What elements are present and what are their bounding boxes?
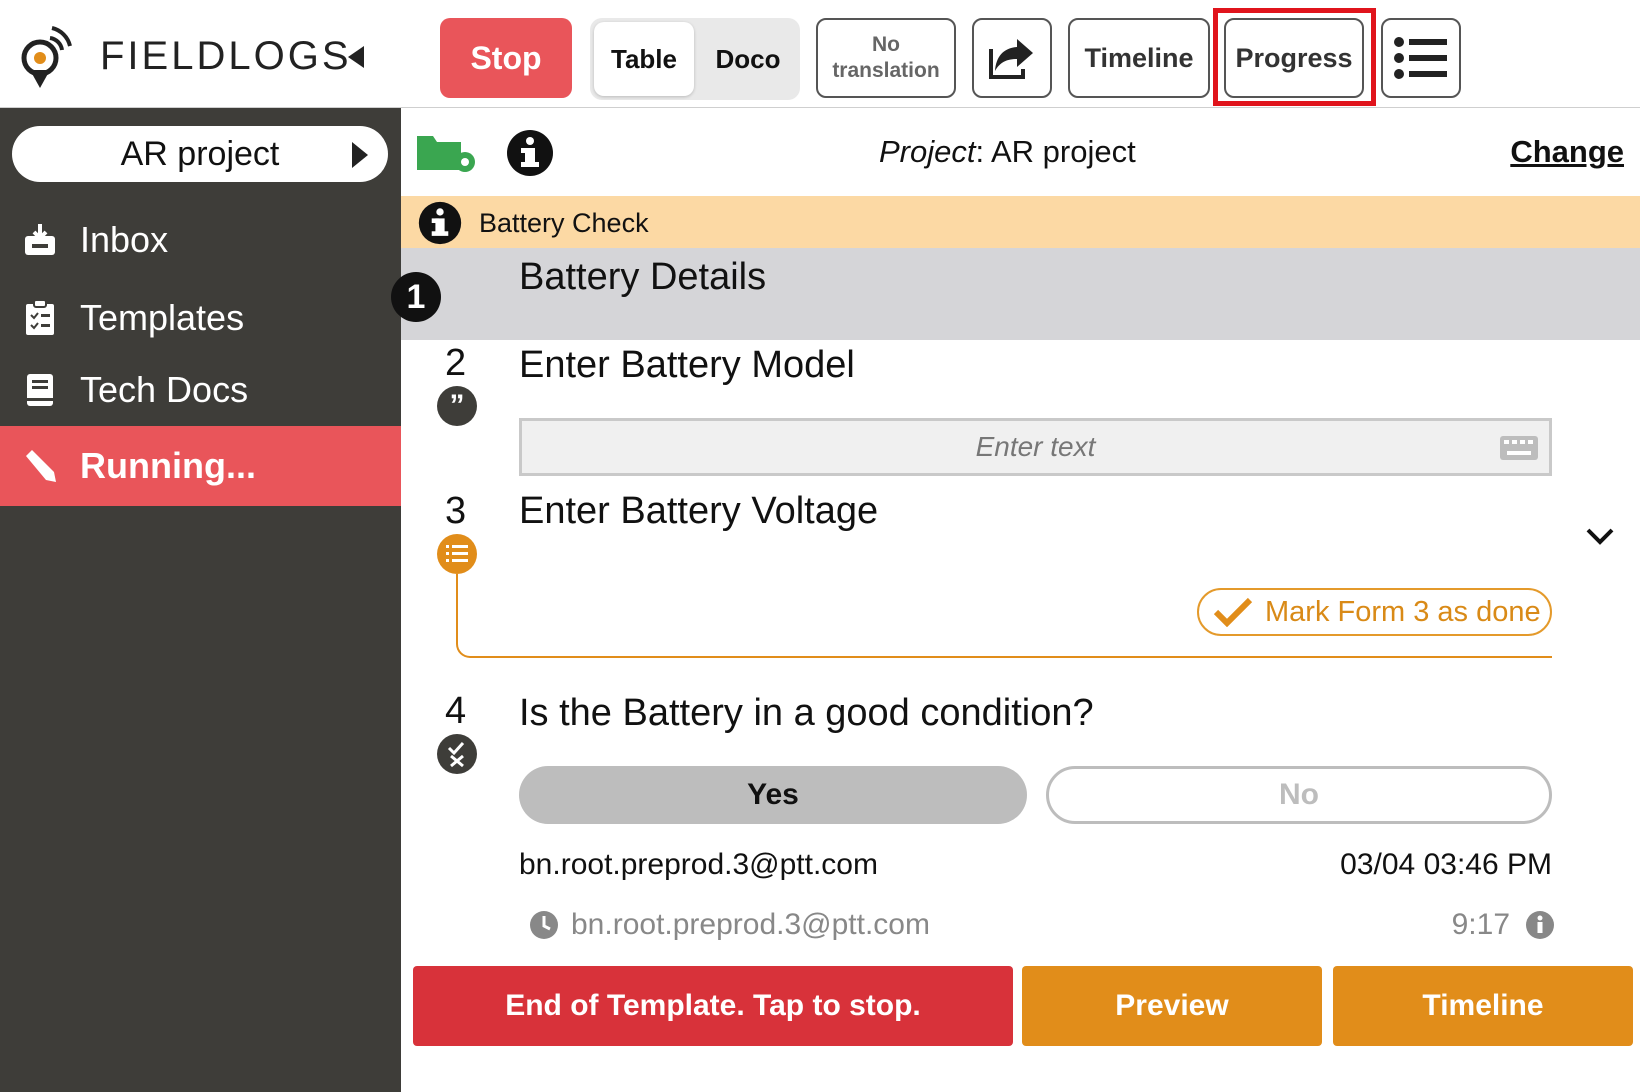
preview-button[interactable]: Preview [1022, 966, 1322, 1046]
project-selector[interactable]: AR project [12, 126, 388, 182]
sidebar: AR project Inbox Templates Tech Docs Run… [0, 108, 401, 1092]
clipboard-icon [0, 299, 80, 337]
project-name: : AR project [975, 134, 1136, 169]
highlight-annotation-box [1213, 8, 1376, 106]
no-translation-line1: No [872, 33, 900, 56]
inbox-icon [0, 222, 80, 258]
history-user: bn.root.preprod.3@ptt.com [571, 908, 930, 941]
numbered-list-icon [437, 534, 477, 574]
history-info-icon[interactable] [1525, 910, 1555, 940]
mark-form-done-button[interactable]: Mark Form 3 as done [1197, 588, 1552, 636]
view-mode-toggle: Table Doco [590, 18, 800, 100]
step-4-title: Is the Battery in a good condition? [519, 692, 1094, 734]
battery-model-input[interactable] [522, 421, 1549, 473]
doco-view-button[interactable]: Doco [698, 22, 798, 96]
step-2-number: 2 [445, 342, 467, 384]
project-prefix: Project [879, 134, 976, 169]
stop-button[interactable]: Stop [440, 18, 572, 98]
project-folder-settings-icon[interactable] [415, 130, 479, 176]
banner-info-icon[interactable] [417, 200, 463, 246]
step-1-number: 1 [391, 272, 441, 322]
mark-form-done-label: Mark Form 3 as done [1265, 595, 1541, 628]
clock-icon [530, 911, 558, 939]
no-button[interactable]: No [1046, 766, 1552, 824]
step-1-section-header[interactable]: 1 Battery Details [391, 248, 1640, 340]
no-translation-button[interactable]: No translation [816, 18, 956, 98]
checkmark-icon [1213, 597, 1253, 627]
table-view-button[interactable]: Table [594, 22, 694, 96]
app-logo-text: FIELDLOGS [100, 34, 352, 78]
share-button[interactable] [972, 18, 1052, 98]
template-banner: Battery Check [401, 196, 1640, 248]
no-translation-line2: translation [832, 59, 940, 82]
timeline-top-button[interactable]: Timeline [1068, 18, 1210, 98]
sidebar-item-label: Running... [80, 445, 256, 486]
sidebar-item-label: Templates [80, 297, 245, 338]
history-duration: 9:17 [1451, 908, 1510, 941]
battery-model-field[interactable] [519, 418, 1552, 476]
step-4-number: 4 [445, 690, 467, 732]
sidebar-item-running[interactable]: Running... [0, 426, 401, 506]
sidebar-item-label: Tech Docs [80, 369, 249, 410]
fieldlogs-logo-icon [21, 26, 72, 88]
step-3-title: Enter Battery Voltage [519, 490, 879, 532]
top-toolbar: FIELDLOGS Stop Table Doco No translation… [0, 0, 1640, 166]
keyboard-icon[interactable] [1499, 435, 1539, 461]
sidebar-item-label: Inbox [80, 219, 169, 260]
project-title: Project: AR project [879, 134, 1136, 170]
main-content: Project: AR project Change Battery Check… [391, 108, 1640, 1092]
menu-button[interactable] [1381, 18, 1461, 98]
share-icon [989, 39, 1033, 79]
sidebar-item-inbox[interactable]: Inbox [0, 202, 401, 278]
project-bar: Project: AR project Change [401, 108, 1640, 196]
pencil-icon [0, 448, 80, 484]
response-timestamp: 03/04 03:46 PM [1340, 848, 1552, 881]
book-icon [0, 372, 80, 408]
sidebar-item-tech-docs[interactable]: Tech Docs [0, 352, 401, 428]
sidebar-item-templates[interactable]: Templates [0, 280, 401, 356]
quote-text-icon: ” [437, 386, 477, 426]
response-user: bn.root.preprod.3@ptt.com [519, 848, 878, 881]
yes-no-icon [437, 734, 477, 774]
chevron-right-icon [352, 142, 368, 168]
template-name: Battery Check [479, 208, 649, 238]
step-3-number: 3 [445, 490, 467, 532]
end-template-button[interactable]: End of Template. Tap to stop. [413, 966, 1013, 1046]
yes-button[interactable]: Yes [519, 766, 1027, 824]
step-2-title: Enter Battery Model [519, 344, 855, 386]
info-icon[interactable] [505, 128, 555, 178]
chevron-down-icon[interactable] [1585, 526, 1615, 546]
step-1-title: Battery Details [519, 256, 767, 298]
change-project-link[interactable]: Change [1510, 134, 1624, 170]
timeline-bottom-button[interactable]: Timeline [1333, 966, 1633, 1046]
collapse-sidebar-icon[interactable] [346, 44, 366, 70]
project-selector-label: AR project [120, 134, 280, 173]
list-menu-icon [1394, 37, 1447, 79]
